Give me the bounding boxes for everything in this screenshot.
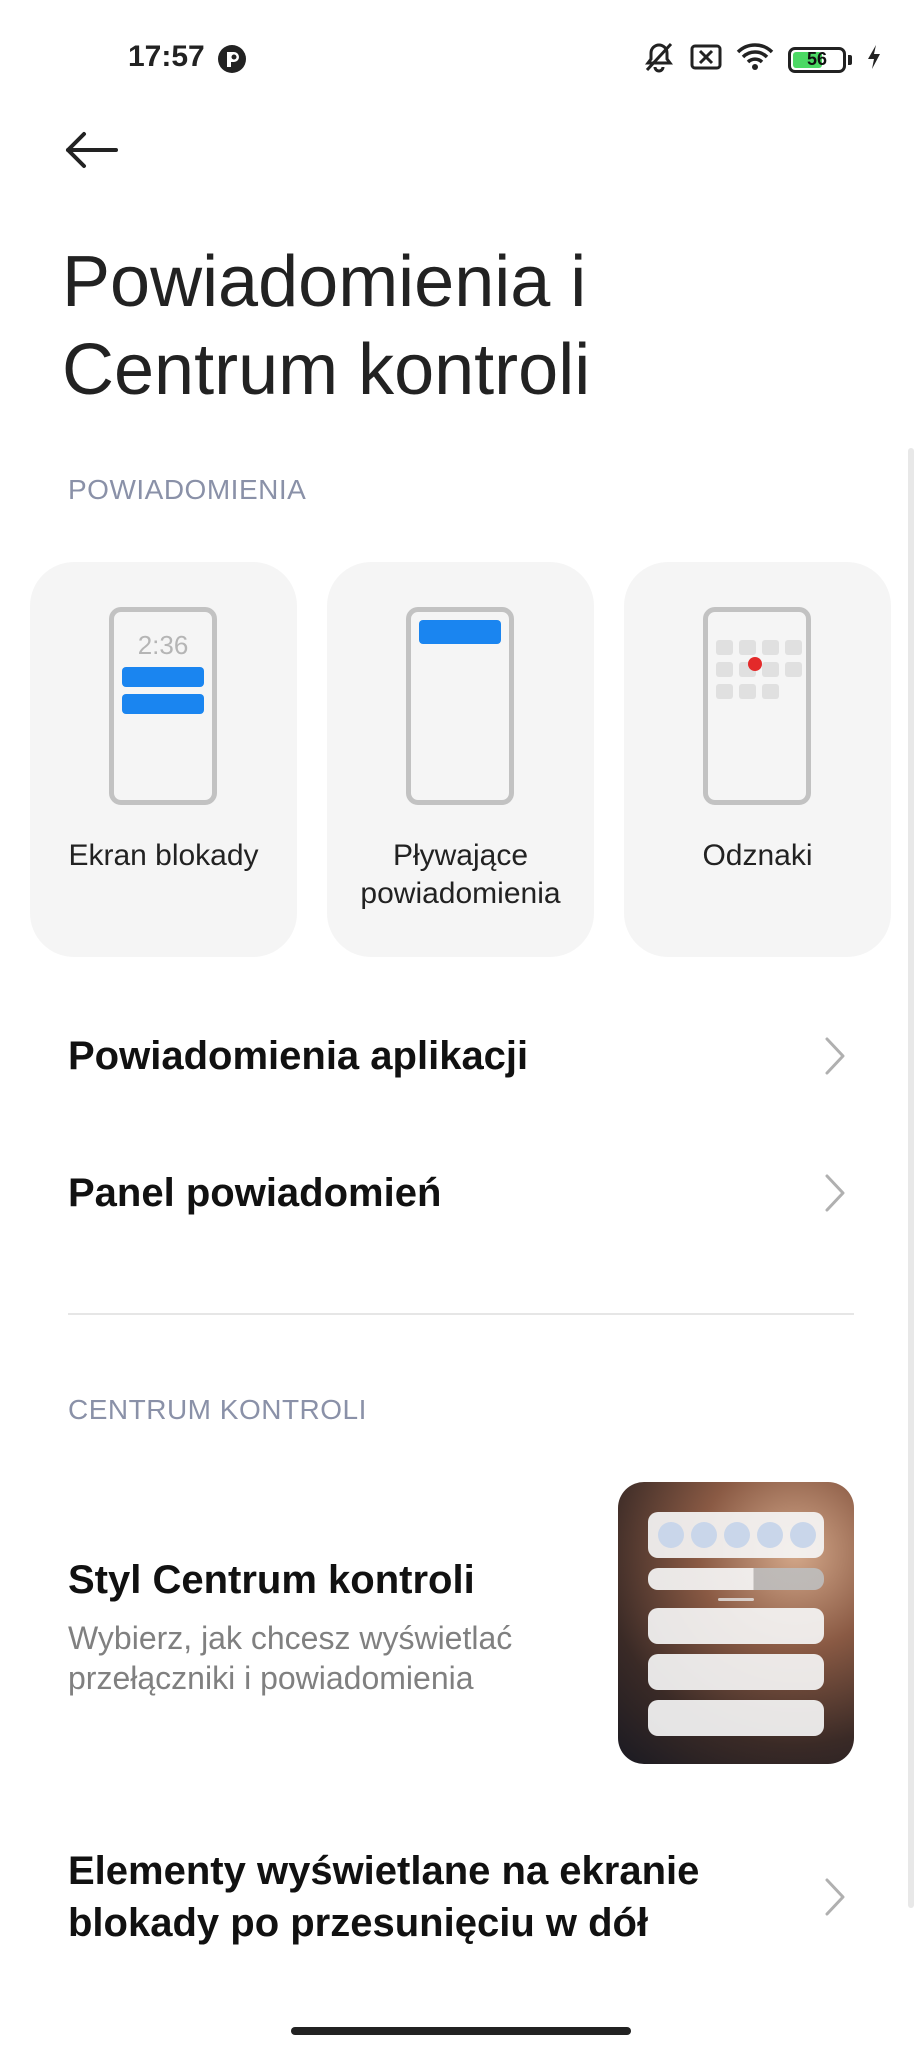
chevron-right-icon bbox=[825, 1878, 845, 1916]
lockscreen-pulldown-items[interactable]: Elementy wyświetlane na ekranie blokady … bbox=[68, 1845, 846, 1949]
status-bar: 17:57 56 bbox=[0, 0, 922, 110]
lock-screen-card[interactable]: 2:36 Ekran blokady bbox=[30, 562, 297, 957]
control-center-style-subtitle: Wybierz, jak chcesz wyświetlać przełączn… bbox=[68, 1618, 588, 1698]
back-arrow-icon bbox=[66, 132, 118, 168]
back-button[interactable] bbox=[64, 130, 134, 180]
page-title: Powiadomienia i Centrum kontroli bbox=[62, 238, 862, 414]
notification-shade-label: Panel powiadomień bbox=[68, 1171, 442, 1215]
badges-card[interactable]: Odznaki bbox=[624, 562, 891, 957]
control-center-preview-image bbox=[618, 1482, 854, 1764]
notification-muted-icon bbox=[642, 40, 676, 79]
badges-illustration bbox=[703, 607, 811, 805]
status-icons: 56 bbox=[642, 40, 882, 79]
control-center-style-item[interactable]: Styl Centrum kontroli Wybierz, jak chces… bbox=[68, 1482, 854, 1764]
floating-notifications-label-line2: powiadomienia bbox=[360, 877, 561, 910]
sim-off-icon bbox=[690, 44, 722, 75]
control-center-style-title: Styl Centrum kontroli bbox=[68, 1558, 475, 1602]
section-header-control-center: CENTRUM KONTROLI bbox=[68, 1394, 367, 1425]
app-notifications-label: Powiadomienia aplikacji bbox=[68, 1034, 529, 1078]
lock-screen-illustration: 2:36 bbox=[109, 607, 217, 805]
app-status-icon bbox=[217, 44, 247, 74]
lockscreen-pulldown-label-line1: Elementy wyświetlane na ekranie bbox=[68, 1849, 700, 1893]
badges-label: Odznaki bbox=[702, 839, 813, 872]
floating-notifications-illustration bbox=[406, 607, 514, 805]
floating-notifications-label-line1: Pływające bbox=[392, 839, 529, 872]
chevron-right-icon bbox=[825, 1037, 845, 1075]
control-center-style-subtitle-line1: Wybierz, jak chcesz wyświetlać bbox=[68, 1620, 513, 1656]
lockscreen-pulldown-label: Elementy wyświetlane na ekranie blokady … bbox=[68, 1845, 699, 1949]
wifi-icon bbox=[736, 42, 774, 77]
status-time: 17:57 bbox=[128, 40, 205, 73]
battery-icon: 56 bbox=[788, 46, 846, 73]
page-title-line2: Centrum kontroli bbox=[62, 330, 591, 410]
notification-style-cards: 2:36 Ekran blokady Pływające powiadomien… bbox=[30, 562, 891, 957]
charging-icon bbox=[866, 44, 882, 75]
home-indicator[interactable] bbox=[291, 2027, 631, 2035]
lockscreen-pulldown-label-line2: blokady po przesunięciu w dół bbox=[68, 1901, 649, 1945]
lock-screen-label: Ekran blokady bbox=[68, 839, 259, 872]
page-title-line1: Powiadomienia i bbox=[62, 242, 587, 322]
section-divider bbox=[68, 1313, 854, 1315]
floating-notifications-label: Pływające powiadomienia bbox=[327, 837, 594, 913]
control-center-style-subtitle-line2: przełączniki i powiadomienia bbox=[68, 1660, 474, 1696]
battery-level: 56 bbox=[806, 48, 828, 69]
chevron-right-icon bbox=[825, 1174, 845, 1212]
lock-screen-preview-time: 2:36 bbox=[137, 630, 189, 660]
notification-shade-item[interactable]: Panel powiadomień bbox=[68, 1167, 846, 1219]
floating-notifications-card[interactable]: Pływające powiadomienia bbox=[327, 562, 594, 957]
scrollbar[interactable] bbox=[908, 448, 914, 1908]
app-notifications-item[interactable]: Powiadomienia aplikacji bbox=[68, 1030, 846, 1082]
section-header-notifications: POWIADOMIENIA bbox=[68, 474, 307, 505]
